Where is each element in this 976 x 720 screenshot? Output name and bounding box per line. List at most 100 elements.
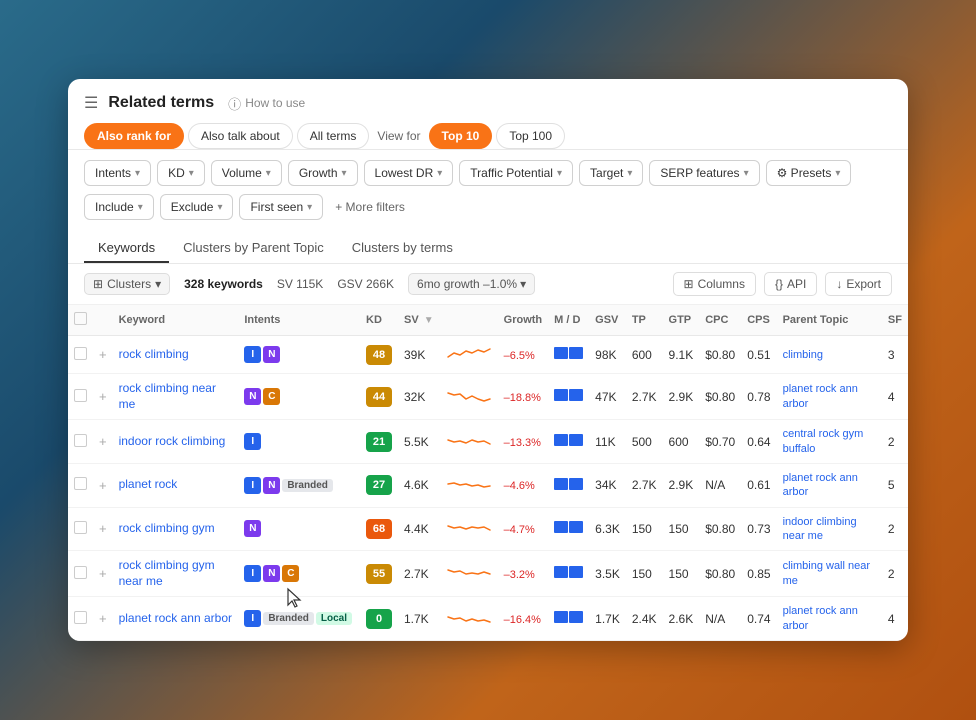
row-checkbox[interactable] bbox=[74, 347, 87, 360]
intent-badge-i: I bbox=[244, 610, 261, 627]
clusters-button[interactable]: ⊞ Clusters ▾ bbox=[84, 273, 170, 295]
sv-stat: SV 115K bbox=[277, 277, 323, 291]
card-header: ☰ Related terms ⓘ How to use Also rank f… bbox=[68, 79, 908, 150]
tab-top-100[interactable]: Top 100 bbox=[496, 123, 565, 149]
sparkline-cell bbox=[440, 551, 498, 597]
row-checkbox[interactable] bbox=[74, 566, 87, 579]
cpc-cell: $0.80 bbox=[699, 551, 741, 597]
kd-badge: 21 bbox=[366, 432, 392, 452]
how-to-use-link[interactable]: ⓘ How to use bbox=[228, 94, 305, 113]
kd-badge: 27 bbox=[366, 475, 392, 495]
add-keyword-icon[interactable]: + bbox=[99, 347, 107, 362]
filter-traffic-potential[interactable]: Traffic Potential ▾ bbox=[459, 160, 573, 186]
sparkline-cell bbox=[440, 507, 498, 551]
add-keyword-icon[interactable]: + bbox=[99, 389, 107, 404]
export-button[interactable]: ↓ Export bbox=[825, 272, 892, 296]
add-keyword-icon[interactable]: + bbox=[99, 521, 107, 536]
columns-button[interactable]: ⊞ Columns bbox=[673, 272, 756, 296]
filter-lowest-dr[interactable]: Lowest DR ▾ bbox=[364, 160, 454, 186]
row-checkbox[interactable] bbox=[74, 611, 87, 624]
parent-topic-link[interactable]: central rock gym buffalo bbox=[783, 427, 876, 456]
keyword-link[interactable]: indoor rock climbing bbox=[119, 434, 226, 450]
api-button[interactable]: {} API bbox=[764, 272, 817, 296]
tab-also-talk-about[interactable]: Also talk about bbox=[188, 123, 293, 149]
cpc-cell: $0.80 bbox=[699, 336, 741, 374]
sv-cell: 2.7K bbox=[398, 551, 440, 597]
filter-kd[interactable]: KD ▾ bbox=[157, 160, 205, 186]
sv-cell: 4.6K bbox=[398, 463, 440, 507]
parent-topic-link[interactable]: planet rock ann arbor bbox=[783, 604, 876, 633]
row-checkbox[interactable] bbox=[74, 434, 87, 447]
tab-clusters-terms[interactable]: Clusters by terms bbox=[338, 234, 467, 263]
md-bar-low bbox=[569, 389, 583, 401]
tab-all-terms[interactable]: All terms bbox=[297, 123, 370, 149]
gsv-cell: 1.7K bbox=[589, 597, 626, 641]
growth-value: –18.8% bbox=[504, 392, 541, 404]
volume-bar bbox=[554, 434, 583, 446]
keyword-link[interactable]: rock climbing bbox=[119, 347, 189, 363]
more-filters-link[interactable]: + More filters bbox=[329, 195, 411, 219]
parent-topic-link[interactable]: indoor climbing near me bbox=[783, 515, 876, 544]
growth-cell: –13.3% bbox=[498, 420, 549, 464]
filter-target[interactable]: Target ▾ bbox=[579, 160, 643, 186]
add-keyword-icon[interactable]: + bbox=[99, 566, 107, 581]
local-badge: Local bbox=[316, 612, 352, 625]
sparkline-chart bbox=[446, 474, 492, 494]
tp-cell: 2.7K bbox=[626, 374, 663, 420]
filter-volume[interactable]: Volume ▾ bbox=[211, 160, 282, 186]
tp-cell: 2.4K bbox=[626, 597, 663, 641]
filter-first-seen[interactable]: First seen ▾ bbox=[239, 194, 323, 220]
md-bar-high bbox=[554, 611, 568, 623]
md-bar-low bbox=[569, 434, 583, 446]
md-bar-high bbox=[554, 389, 568, 401]
chevron-down-icon: ▾ bbox=[189, 168, 194, 179]
growth-stat[interactable]: 6mo growth –1.0% ▾ bbox=[408, 273, 535, 295]
parent-topic-link[interactable]: planet rock ann arbor bbox=[783, 382, 876, 411]
row-checkbox[interactable] bbox=[74, 521, 87, 534]
table-row: +planet rockINBranded274.6K –4.6% 34K2.7… bbox=[68, 463, 908, 507]
col-sv[interactable]: SV ▼ bbox=[398, 305, 440, 336]
kd-badge: 48 bbox=[366, 345, 392, 365]
tab-top-10[interactable]: Top 10 bbox=[429, 123, 493, 149]
parent-topic-link[interactable]: climbing bbox=[783, 348, 823, 362]
add-keyword-icon[interactable]: + bbox=[99, 478, 107, 493]
col-gtp: GTP bbox=[663, 305, 700, 336]
intents-cell: IBrandedLocal bbox=[238, 597, 360, 641]
md-bar-low bbox=[569, 611, 583, 623]
sf-cell: 3 bbox=[882, 336, 908, 374]
keyword-link[interactable]: planet rock ann arbor bbox=[119, 611, 232, 627]
parent-topic-link[interactable]: climbing wall near me bbox=[783, 559, 876, 588]
tab-also-rank-for[interactable]: Also rank for bbox=[84, 123, 184, 149]
filter-serp-features[interactable]: SERP features ▾ bbox=[649, 160, 759, 186]
tp-cell: 150 bbox=[626, 507, 663, 551]
keyword-link[interactable]: rock climbing gym near me bbox=[119, 558, 233, 589]
chevron-down-icon: ▾ bbox=[217, 202, 222, 213]
tab-clusters-parent[interactable]: Clusters by Parent Topic bbox=[169, 234, 338, 263]
tab-keywords[interactable]: Keywords bbox=[84, 234, 169, 263]
growth-value: –6.5% bbox=[504, 350, 535, 362]
row-checkbox[interactable] bbox=[74, 389, 87, 402]
filter-growth[interactable]: Growth ▾ bbox=[288, 160, 358, 186]
sparkline-chart bbox=[446, 517, 492, 537]
kd-badge: 0 bbox=[366, 609, 392, 629]
row-checkbox[interactable] bbox=[74, 477, 87, 490]
filter-include[interactable]: Include ▾ bbox=[84, 194, 154, 220]
keyword-link[interactable]: rock climbing gym bbox=[119, 521, 215, 537]
md-cell bbox=[548, 374, 589, 420]
parent-topic-link[interactable]: planet rock ann arbor bbox=[783, 471, 876, 500]
md-bar-high bbox=[554, 566, 568, 578]
menu-icon[interactable]: ☰ bbox=[84, 93, 98, 113]
sf-cell: 5 bbox=[882, 463, 908, 507]
filter-presets[interactable]: ⚙ Presets ▾ bbox=[766, 160, 852, 186]
keyword-link[interactable]: rock climbing near me bbox=[119, 381, 233, 412]
cps-cell: 0.78 bbox=[741, 374, 776, 420]
add-keyword-icon[interactable]: + bbox=[99, 434, 107, 449]
filter-exclude[interactable]: Exclude ▾ bbox=[160, 194, 234, 220]
add-keyword-icon[interactable]: + bbox=[99, 611, 107, 626]
select-all-checkbox[interactable] bbox=[74, 312, 87, 325]
sparkline-cell bbox=[440, 336, 498, 374]
filter-intents[interactable]: Intents ▾ bbox=[84, 160, 151, 186]
sf-cell: 2 bbox=[882, 420, 908, 464]
sf-cell: 2 bbox=[882, 551, 908, 597]
keyword-link[interactable]: planet rock bbox=[119, 477, 178, 493]
